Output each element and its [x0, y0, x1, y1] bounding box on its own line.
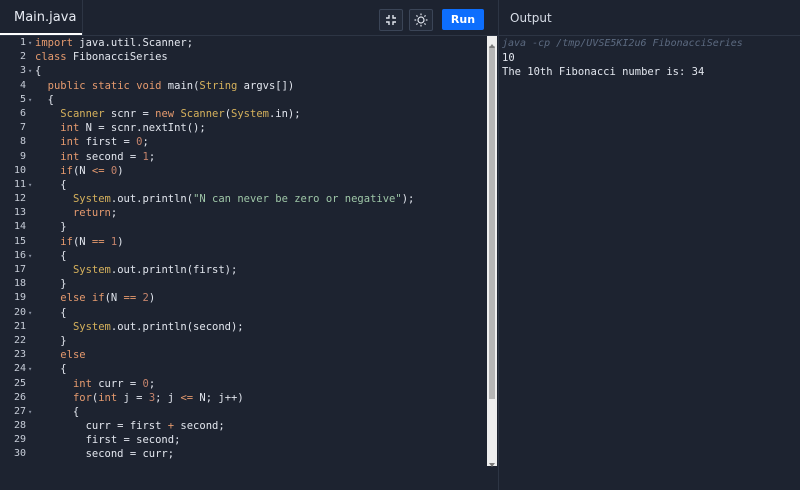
code-line[interactable]: { [35, 306, 414, 320]
online-compiler: Main.java Run Output 1 2 3 4 5 6 7 8 9 1… [0, 0, 800, 490]
code-line[interactable]: } [35, 334, 414, 348]
line-number: 1 [19, 37, 26, 48]
line-number: 10 [13, 164, 26, 176]
line-number: 7 [19, 122, 26, 134]
code-line[interactable]: { [35, 405, 414, 419]
line-number: 17 [13, 264, 26, 275]
run-button[interactable]: Run [442, 9, 484, 30]
line-number-gutter: 1 2 3 4 5 6 7 8 9 10 11 12 13 14 15 16 17 18 19 20 21 22 23 24 2… [0, 36, 28, 466]
line-number: 23 [13, 349, 26, 361]
line-number: 25 [13, 377, 26, 389]
tab-label: Main.java [14, 10, 77, 25]
code-editor[interactable]: 1 2 3 4 5 6 7 8 9 10 11 12 13 14 15 16 17 18 19 20 21 22 23 24 2… [0, 36, 487, 466]
line-number: 29 [13, 434, 26, 446]
output-line: The 10th Fibonacci number is: 34 [502, 66, 705, 78]
active-tab-indicator [0, 33, 82, 35]
code-line[interactable]: import java.util.Scanner; [35, 36, 414, 50]
line-number: 18 [13, 278, 26, 290]
panel-divider[interactable] [498, 0, 499, 490]
code-line[interactable]: { [35, 249, 414, 263]
code-line[interactable]: System.out.println(second); [35, 320, 414, 334]
line-number: 30 [13, 448, 26, 460]
line-number: 20 [13, 306, 26, 318]
code-line[interactable]: int second = 1; [35, 150, 414, 164]
code-line[interactable]: else [35, 348, 414, 362]
line-number: 6 [19, 107, 26, 119]
line-number: 22 [13, 334, 26, 346]
tab-main-java[interactable]: Main.java [0, 0, 83, 35]
code-line[interactable]: if(N == 1) [35, 235, 414, 249]
output-header: Output [510, 11, 552, 25]
code-line[interactable]: { [35, 64, 414, 78]
line-number: 28 [13, 420, 26, 432]
code-line[interactable]: for(int j = 3; j <= N; j++) [35, 391, 414, 405]
scroll-down-arrow-icon[interactable] [487, 455, 497, 467]
line-number: 5 [19, 93, 26, 105]
code-line[interactable]: int first = 0; [35, 135, 414, 149]
code-line[interactable]: public static void main(String argvs[]) [35, 79, 414, 93]
line-number: 8 [19, 136, 26, 148]
line-number: 11 [13, 178, 26, 190]
line-number: 4 [19, 79, 26, 91]
collapse-button[interactable] [379, 9, 403, 31]
code-line[interactable]: if(N <= 0) [35, 164, 414, 178]
output-line: 10 [502, 52, 515, 64]
collapse-icon [386, 15, 396, 25]
code-line[interactable]: else if(N == 2) [35, 291, 414, 305]
code-line[interactable]: second = curr; [35, 447, 414, 461]
line-number: 16 [13, 249, 26, 261]
code-line[interactable]: class FibonacciSeries [35, 50, 414, 64]
line-number: 19 [13, 292, 26, 304]
code-line[interactable]: { [35, 362, 414, 376]
output-command: java -cp /tmp/UVSE5KI2u6 FibonacciSeries [502, 38, 743, 49]
line-number: 9 [19, 150, 26, 162]
code-line[interactable]: return; [35, 206, 414, 220]
code-line[interactable]: System.out.println("N can never be zero … [35, 192, 414, 206]
code-line[interactable]: { [35, 178, 414, 192]
code-line[interactable]: int curr = 0; [35, 377, 414, 391]
code-line[interactable]: System.out.println(first); [35, 263, 414, 277]
line-number: 3 [19, 65, 26, 77]
line-number: 21 [13, 320, 26, 332]
line-number: 26 [13, 391, 26, 403]
code-line[interactable]: { [35, 93, 414, 107]
code-line[interactable]: first = second; [35, 433, 414, 447]
code-line[interactable]: curr = first + second; [35, 419, 414, 433]
code-line[interactable]: int N = scnr.nextInt(); [35, 121, 414, 135]
output-panel: java -cp /tmp/UVSE5KI2u6 FibonacciSeries… [500, 36, 800, 490]
scroll-up-arrow-icon[interactable] [487, 36, 497, 48]
line-number: 24 [13, 363, 26, 375]
theme-toggle-button[interactable] [409, 9, 433, 31]
line-number: 14 [13, 221, 26, 233]
top-bar: Main.java Run Output [0, 0, 800, 36]
code-lines[interactable]: import java.util.Scanner; class Fibonacci… [35, 36, 414, 462]
line-number: 13 [13, 207, 26, 219]
line-number: 15 [13, 235, 26, 247]
code-line[interactable]: } [35, 220, 414, 234]
code-line[interactable]: } [35, 277, 414, 291]
code-line[interactable]: Scanner scnr = new Scanner(System.in); [35, 107, 414, 121]
line-number: 12 [13, 193, 26, 205]
line-number: 2 [19, 51, 26, 63]
line-number: 27 [13, 405, 26, 417]
editor-scrollbar-thumb[interactable] [489, 46, 495, 399]
sun-icon [414, 13, 428, 27]
